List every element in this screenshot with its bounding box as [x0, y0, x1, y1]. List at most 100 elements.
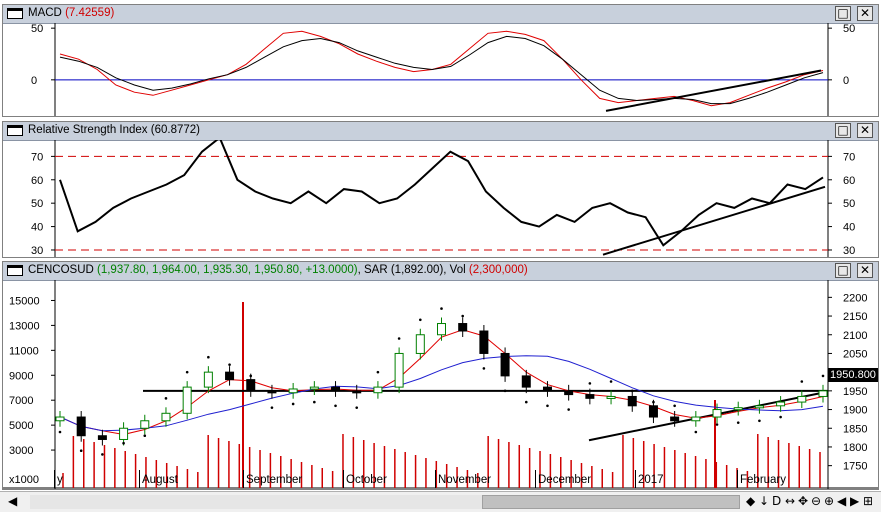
sar-dot — [228, 363, 231, 366]
rsi-plot: 70 70 60 60 50 50 40 40 30 30 — [3, 140, 878, 257]
candle-body — [606, 395, 616, 399]
price-tick-label: 2100 — [843, 330, 867, 342]
candle-body — [309, 386, 319, 390]
candle-body — [733, 407, 743, 411]
sar-dot — [122, 441, 125, 445]
candle-body — [203, 371, 213, 388]
candle-body — [288, 388, 298, 394]
x-tick — [139, 470, 140, 488]
macd-plot: 50 50 0 0 — [3, 23, 878, 116]
maximize-button[interactable]: □ — [835, 123, 851, 138]
grid-icon[interactable]: ⊞ — [863, 494, 873, 508]
sar-dot — [779, 415, 782, 419]
macd-panel: MACD (7.42559) □ ✕ 50 50 0 0 — [2, 4, 879, 117]
arrow-down-icon[interactable]: ↓ — [759, 494, 769, 508]
diamond-icon[interactable]: ◆ — [746, 494, 755, 508]
macd-titlebar[interactable]: MACD (7.42559) □ ✕ — [3, 5, 878, 24]
price-tick-label: 2150 — [843, 311, 867, 323]
candle-body — [754, 405, 764, 409]
x-tick-label-1: August — [142, 474, 178, 486]
price-chart: 2200215021002050200019501900185018001750… — [3, 280, 878, 489]
candle-body — [97, 435, 107, 440]
candle-body — [331, 386, 341, 392]
x-tick-label-5: December — [538, 474, 592, 486]
sar-dot — [440, 307, 443, 310]
candle-body — [479, 330, 489, 354]
candle-body — [797, 395, 807, 403]
close-button[interactable]: ✕ — [857, 263, 873, 278]
sar-dot — [291, 402, 295, 406]
scroll-left-icon[interactable]: ◀ — [8, 494, 17, 508]
x-tick — [343, 470, 344, 488]
horizontal-scrollbar[interactable] — [30, 495, 740, 509]
price-titlebar[interactable]: CENCOSUD (1,937.80, 1,964.00, 1,935.30, … — [3, 262, 878, 281]
scroll-right-icon[interactable]: ▶ — [850, 494, 859, 508]
maximize-button[interactable]: □ — [835, 263, 851, 278]
sar-dot — [524, 400, 528, 404]
y-tick-label-right: 30 — [843, 245, 855, 257]
zoom-out-icon[interactable]: ⊖ — [811, 494, 821, 508]
y-tick-label-right: 0 — [843, 75, 849, 87]
y-tick-label-left: 40 — [31, 222, 43, 234]
candle-body — [648, 405, 658, 418]
price-panel: CENCOSUD (1,937.80, 1,964.00, 1,935.30, … — [2, 261, 879, 490]
x-tick — [535, 470, 536, 488]
sar-dot — [652, 400, 655, 404]
scroll-left-icon[interactable]: ◀ — [837, 494, 846, 508]
macd-series-line — [59, 35, 824, 105]
sar-dot — [143, 434, 147, 438]
candle-body — [712, 409, 722, 418]
volume-tick-label: 11000 — [9, 345, 39, 357]
x-tick — [435, 470, 436, 488]
price-tick-label: 2050 — [843, 348, 867, 360]
close-button[interactable]: ✕ — [857, 6, 873, 21]
price-tick-label: 1800 — [843, 442, 867, 454]
y-tick-label-right: 60 — [843, 175, 855, 187]
moving-average-blue — [59, 355, 824, 432]
sar-dot — [673, 404, 676, 408]
volume-tick-label: 3000 — [9, 445, 33, 457]
y-tick-label-right: 40 — [843, 222, 855, 234]
sar-dot — [736, 421, 740, 424]
maximize-button[interactable]: □ — [835, 6, 851, 21]
candle-body — [564, 390, 574, 396]
sar-dot — [546, 404, 549, 408]
sar-dot — [567, 408, 570, 411]
y-tick-label-left: 70 — [31, 151, 43, 163]
price-tick-label: 1850 — [843, 423, 867, 435]
trend-line — [605, 69, 822, 112]
sar-dot — [821, 374, 825, 378]
candle-body — [670, 416, 680, 422]
bottom-toolbar: ◀ ◆ ↓ D ↔ ✥ ⊖ ⊕ ◀ ▶ ⊞ — [0, 491, 881, 512]
moving-average-red — [59, 329, 824, 436]
sar-dot — [609, 380, 613, 383]
price-tick-label: 2200 — [843, 292, 867, 304]
candle-body — [225, 371, 235, 381]
zoom-in-icon[interactable]: ⊕ — [824, 494, 834, 508]
sar-dot — [313, 400, 316, 404]
sar-dot — [461, 314, 464, 318]
sar-dot — [630, 389, 634, 393]
sar-dot — [270, 406, 274, 409]
rsi-titlebar[interactable]: Relative Strength Index (60.8772) □ ✕ — [3, 122, 878, 141]
y-tick-label-right: 50 — [843, 23, 855, 35]
x-tick-label-2: September — [246, 474, 303, 486]
sar-value: (1,892.00) — [390, 264, 444, 276]
sar-dot — [800, 380, 804, 383]
y-tick-label-left: 30 — [31, 245, 43, 257]
sar-dot — [101, 453, 104, 456]
close-button[interactable]: ✕ — [857, 123, 873, 138]
sar-dot — [588, 382, 592, 385]
price-tick-label: 1900 — [843, 405, 867, 417]
scroll-thumb[interactable] — [482, 495, 740, 509]
sar-dot — [355, 406, 359, 409]
candle-body — [521, 375, 531, 388]
move-icon[interactable]: ✥ — [798, 494, 808, 508]
candle-body — [182, 386, 192, 414]
pan-icon[interactable]: ↔ — [785, 494, 795, 508]
x-tick-label-4: November — [438, 474, 492, 486]
candle-body — [500, 352, 510, 377]
candle-body — [776, 401, 786, 407]
d-icon[interactable]: D — [772, 494, 781, 508]
candle-body — [437, 323, 446, 336]
